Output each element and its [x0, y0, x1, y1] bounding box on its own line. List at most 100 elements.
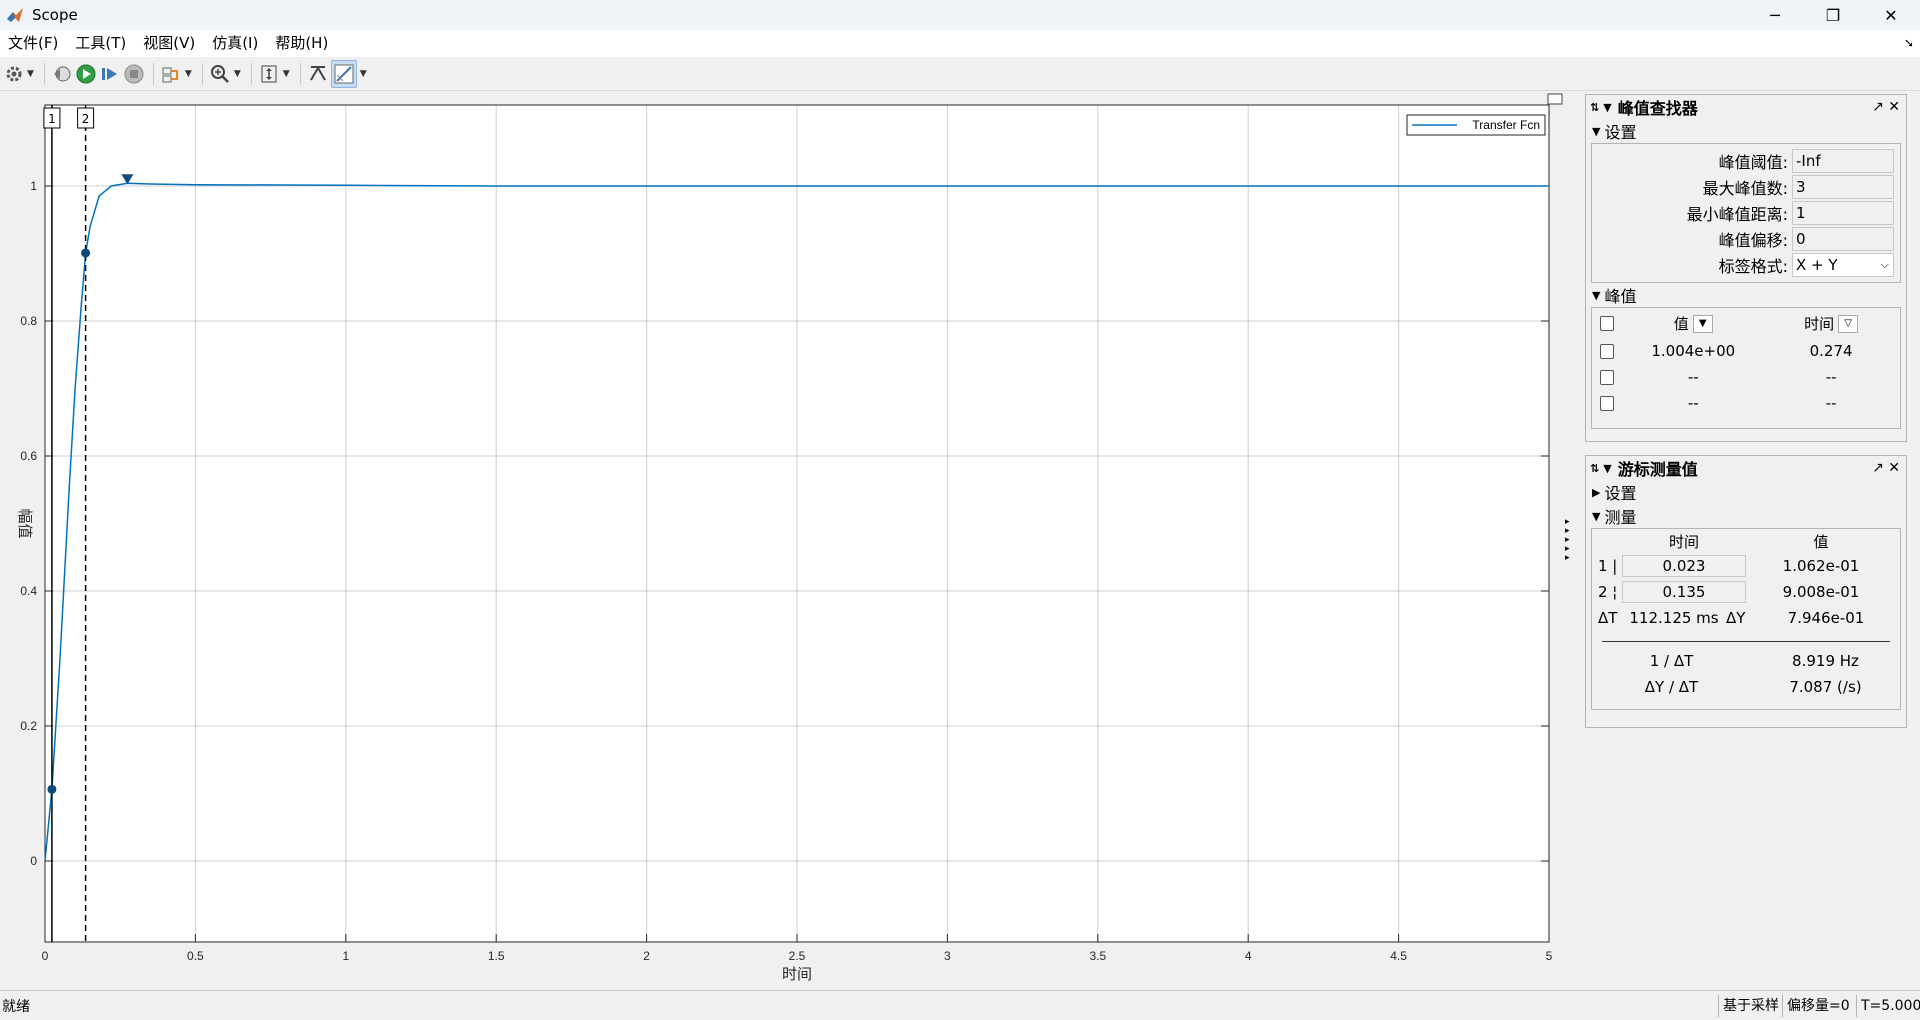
undock-icon[interactable]: ↗	[1872, 99, 1884, 115]
sort-icon: ▼	[1692, 315, 1713, 333]
undock-icon[interactable]: ↗	[1872, 460, 1884, 476]
step-forward-button[interactable]	[99, 60, 121, 88]
settings-button[interactable]	[4, 60, 24, 88]
stop-icon	[124, 64, 144, 83]
threshold-field[interactable]: -Inf	[1792, 149, 1894, 173]
peak-offset-label: 峰值偏移:	[1718, 231, 1788, 250]
label-format-label: 标签格式:	[1718, 257, 1788, 276]
min-distance-row: 最小峰值距离: 1	[1592, 200, 1900, 226]
panel-expander-icon[interactable]: ▸ ▸ ▸ ▸ ▸	[1565, 518, 1570, 563]
peak-finder-header[interactable]: ⇅ ▼ 峰值查找器 ↗ ✕	[1586, 95, 1906, 119]
menu-file[interactable]: 文件(F)	[0, 30, 67, 57]
matlab-icon	[7, 8, 23, 22]
menu-tools[interactable]: 工具(T)	[67, 30, 135, 57]
highlight-dropdown-icon[interactable]: ▼	[185, 69, 192, 79]
toolbar: ▼ ▼ ▼ ▼ ▼	[0, 57, 1920, 91]
label-format-value: X + Y	[1796, 256, 1838, 274]
expand-icon: ▼	[1592, 124, 1601, 138]
run-button[interactable]	[75, 60, 97, 88]
close-button[interactable]: ✕	[1862, 0, 1920, 30]
dt-label: ΔT	[1598, 609, 1618, 627]
max-peaks-row: 最大峰值数: 3	[1592, 174, 1900, 200]
autoscale-dropdown-icon[interactable]: ▼	[283, 69, 290, 79]
inverse-dt-label: 1 / ΔT	[1649, 652, 1694, 670]
cursor-measurements-title: 游标测量值	[1617, 460, 1698, 479]
time-column-header[interactable]: 时间 ▽	[1762, 313, 1900, 334]
restore-view-button[interactable]	[307, 60, 329, 88]
peak-checkbox[interactable]	[1600, 343, 1615, 359]
expand-icon: ▼	[1592, 288, 1601, 302]
minimize-button[interactable]: ─	[1746, 0, 1804, 30]
measurements-button[interactable]	[330, 59, 357, 88]
zoom-dropdown-icon[interactable]: ▼	[234, 69, 241, 79]
step-back-icon	[53, 66, 71, 81]
select-all-checkbox[interactable]	[1600, 315, 1615, 331]
label-format-select[interactable]: X + Y ⌵	[1792, 253, 1894, 277]
peak-offset-row: 峰值偏移: 0	[1592, 226, 1900, 252]
settings-dropdown-icon[interactable]: ▼	[27, 69, 34, 79]
time-column-header: 时间	[1668, 532, 1699, 551]
max-peaks-field[interactable]: 3	[1792, 175, 1894, 199]
menu-simulation[interactable]: 仿真(I)	[204, 30, 267, 57]
peaks-toggle[interactable]: ▼ 峰值	[1586, 283, 1906, 307]
cursor-time-field[interactable]: 0.135	[1622, 581, 1746, 603]
peak-checkbox[interactable]	[1600, 369, 1615, 385]
zoom-button[interactable]	[209, 60, 231, 88]
dock-icon[interactable]: ⇅	[1590, 462, 1599, 475]
measurements-toggle[interactable]: ▼ 测量	[1586, 504, 1906, 528]
peak-settings-toggle[interactable]: ▼ 设置	[1586, 119, 1906, 143]
y-tick-label: 0.6	[20, 449, 37, 463]
cursor-time-field[interactable]: 0.023	[1622, 555, 1746, 577]
run-icon	[76, 64, 96, 83]
peak-offset-field[interactable]: 0	[1792, 227, 1894, 251]
menu-view[interactable]: 视图(V)	[135, 30, 204, 57]
peak-finder-title: 峰值查找器	[1617, 99, 1698, 118]
offset-status: 偏移量=0	[1782, 995, 1854, 1017]
peak-settings-box: 峰值阈值: -Inf 最大峰值数: 3 最小峰值距离: 1 峰值偏移: 0 标签…	[1591, 143, 1901, 283]
peak-settings-label: 设置	[1604, 123, 1637, 142]
restore-button[interactable]: ❐	[1804, 0, 1862, 30]
measurements-label: 测量	[1604, 508, 1637, 527]
separator	[201, 62, 203, 85]
measurements-dropdown-icon[interactable]: ▼	[360, 69, 367, 79]
cursor-settings-toggle[interactable]: ▶ 设置	[1586, 480, 1906, 504]
menu-help[interactable]: 帮助(H)	[267, 30, 337, 57]
peaks-table-header: 值 ▼ 时间 ▽	[1592, 308, 1900, 338]
y-tick-label: 0	[30, 854, 37, 868]
x-tick-label: 2.5	[789, 949, 806, 963]
autoscale-button[interactable]	[258, 60, 280, 88]
y-tick-label: 0.2	[20, 719, 37, 733]
dy-value: 7.946e-01	[1787, 609, 1865, 627]
peak-time: --	[1825, 394, 1837, 412]
x-tick-label: 3	[944, 949, 951, 963]
undock-icon[interactable]: ➘	[1904, 36, 1914, 50]
collapse-icon[interactable]: ▼	[1603, 101, 1611, 114]
label-format-row: 标签格式: X + Y ⌵	[1592, 252, 1900, 278]
peaks-label: 峰值	[1604, 287, 1637, 306]
measurements-table: 时间 值 1 | 0.023 1.062e-01 2 ¦ 0.135 9.008…	[1591, 528, 1901, 710]
cursor-measurements-panel: ⇅ ▼ 游标测量值 ↗ ✕ ▶ 设置 ▼ 测量 时间 值 1 | 0.023 1…	[1585, 455, 1907, 728]
peak-value: 1.004e+00	[1651, 342, 1736, 360]
step-back-button[interactable]	[51, 60, 73, 88]
min-distance-field[interactable]: 1	[1792, 201, 1894, 225]
cursor-measurements-header[interactable]: ⇅ ▼ 游标测量值 ↗ ✕	[1586, 456, 1906, 480]
cursor-row: 1 | 0.023 1.062e-01	[1592, 553, 1900, 579]
inverse-dt-row: 1 / ΔT 8.919 Hz	[1592, 648, 1900, 674]
highlight-block-button[interactable]	[160, 60, 182, 88]
peak-row: -- --	[1592, 364, 1900, 390]
scope-plot[interactable]: 0 0.5 1 1.5 2 2.5 3 3.5 4 4.5 5 0 0.2 0.4 0.6 0.8 1 时间 幅值 1…	[0, 92, 1578, 990]
close-icon[interactable]: ✕	[1888, 460, 1900, 476]
dock-icon[interactable]: ⇅	[1590, 101, 1599, 114]
status-text: 就绪	[2, 998, 30, 1015]
stop-button[interactable]	[123, 60, 145, 88]
collapse-icon[interactable]: ▼	[1603, 462, 1611, 475]
settings-icon	[6, 66, 22, 81]
peak-checkbox[interactable]	[1600, 395, 1615, 411]
slope-label: ΔY / ΔT	[1644, 678, 1699, 696]
slope-row: ΔY / ΔT 7.087 (/s)	[1592, 674, 1900, 700]
step-forward-icon	[101, 67, 117, 80]
separator	[43, 62, 45, 85]
value-column-header[interactable]: 值 ▼	[1624, 313, 1762, 334]
cursor-marker	[47, 784, 57, 794]
close-icon[interactable]: ✕	[1888, 99, 1900, 115]
